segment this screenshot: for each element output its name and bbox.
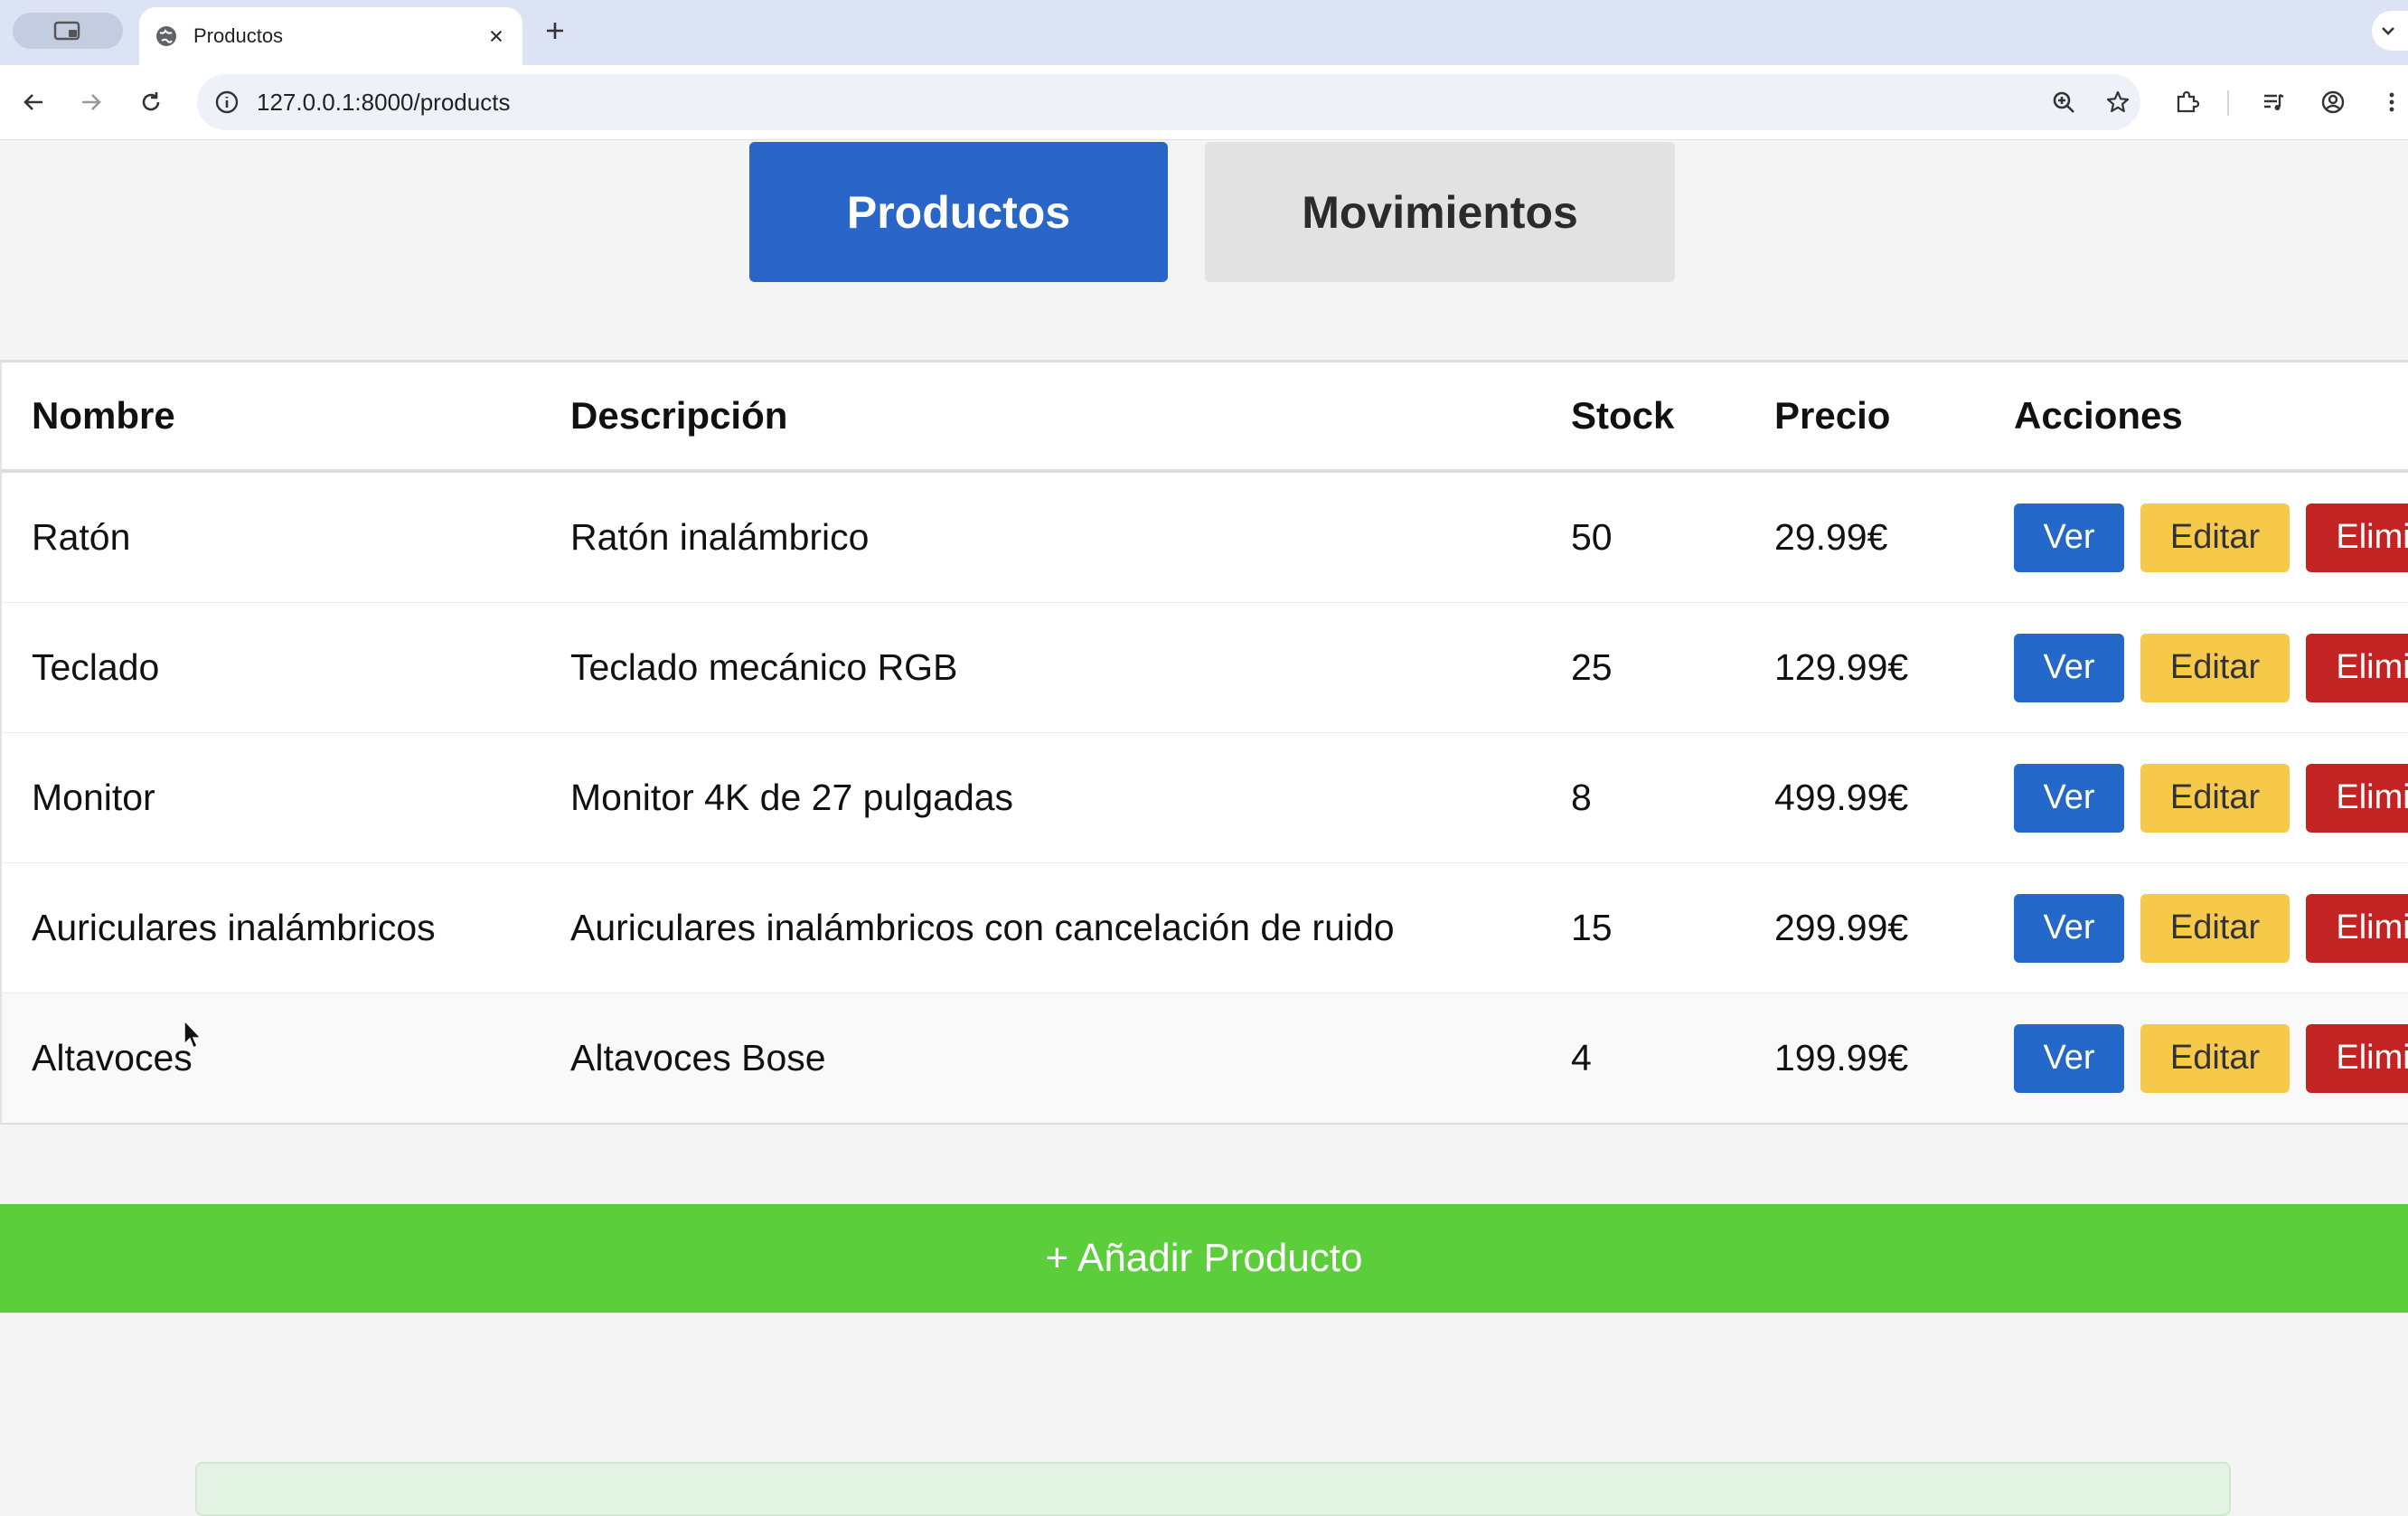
puzzle-icon[interactable] — [2168, 83, 2206, 121]
cell-stock: 15 — [1541, 862, 1745, 993]
edit-button[interactable]: Editar — [2140, 893, 2290, 963]
browser-tabstrip: Productos — [0, 0, 2408, 65]
header-acciones: Acciones — [1984, 363, 2408, 473]
view-button[interactable]: Ver — [2014, 1023, 2124, 1093]
header-descripcion: Descripción — [541, 363, 1541, 473]
chevron-down-icon — [2382, 27, 2394, 35]
cell-acciones: VerEditarEliminar — [1984, 602, 2408, 733]
cell-stock: 50 — [1541, 471, 1745, 603]
delete-button[interactable]: Eliminar — [2306, 503, 2408, 572]
cell-acciones: VerEditarEliminar — [1984, 993, 2408, 1123]
delete-button[interactable]: Eliminar — [2306, 763, 2408, 833]
close-icon[interactable] — [483, 23, 510, 50]
arrow-left-icon — [24, 94, 42, 110]
cell-precio: 299.99€ — [1745, 862, 1984, 993]
cell-descripcion: Altavoces Bose — [541, 993, 1541, 1123]
view-button[interactable]: Ver — [2014, 633, 2124, 702]
view-button[interactable]: Ver — [2014, 763, 2124, 833]
info-icon[interactable] — [210, 85, 244, 119]
tab-movimientos[interactable]: Movimientos — [1205, 142, 1675, 282]
cell-nombre: Auriculares inalámbricos — [2, 862, 541, 993]
media-control-icon[interactable] — [2254, 83, 2292, 121]
arrow-right-icon — [82, 94, 101, 110]
browser-tab-active[interactable]: Productos — [139, 7, 522, 65]
cell-nombre: Monitor — [2, 732, 541, 863]
add-product-button[interactable]: + Añadir Producto — [0, 1204, 2408, 1313]
cell-descripcion: Ratón inalámbrico — [541, 471, 1541, 603]
edit-button[interactable]: Editar — [2140, 503, 2290, 572]
delete-button[interactable]: Eliminar — [2306, 1023, 2408, 1093]
table-row: Ratón Ratón inalámbrico 50 29.99€ Ver Edi… — [2, 471, 2408, 603]
cell-precio: 199.99€ — [1745, 993, 1984, 1123]
cell-precio: 129.99€ — [1745, 602, 1984, 733]
table-row: Altavoces Altavoces Bose 4 199.99€ Ver Ed… — [2, 993, 2408, 1123]
globe-icon — [154, 24, 179, 49]
cell-descripcion: Teclado mecánico RGB — [541, 602, 1541, 733]
edit-button[interactable]: Editar — [2140, 1023, 2290, 1093]
table-row: Monitor Monitor 4K de 27 pulgadas 8 499.… — [2, 732, 2408, 863]
products-table: Nombre Descripción Stock Precio Acciones… — [0, 360, 2408, 1125]
cell-precio: 499.99€ — [1745, 732, 1984, 863]
cell-nombre: Teclado — [2, 602, 541, 733]
table-row: Teclado Teclado mecánico RGB 25 129.99€ … — [2, 602, 2408, 733]
cell-descripcion: Auriculares inalámbricos con cancelación… — [541, 862, 1541, 993]
header-stock: Stock — [1541, 363, 1745, 473]
table-header-row: Nombre Descripción Stock Precio Acciones — [2, 363, 2408, 473]
cell-acciones: VerEditarEliminar — [1984, 732, 2408, 863]
url-text[interactable]: 127.0.0.1:8000/products — [257, 74, 510, 130]
cell-acciones: VerEditarEliminar — [1984, 471, 2408, 603]
cell-acciones: VerEditarEliminar — [1984, 862, 2408, 993]
page-content: Productos Movimientos Nombre Descripción… — [0, 140, 2408, 1516]
header-precio: Precio — [1745, 363, 1984, 473]
edit-button[interactable]: Editar — [2140, 763, 2290, 833]
view-button[interactable]: Ver — [2014, 893, 2124, 963]
table-row: Auriculares inalámbricos Auriculares ina… — [2, 862, 2408, 993]
star-icon[interactable] — [2101, 85, 2135, 119]
zoom-icon[interactable] — [2046, 85, 2081, 119]
message-box — [195, 1462, 2231, 1516]
header-nombre: Nombre — [2, 363, 541, 473]
cell-stock: 8 — [1541, 732, 1745, 863]
new-tab-button[interactable] — [537, 13, 573, 49]
toolbar-separator — [2227, 90, 2229, 116]
forward-button[interactable] — [72, 83, 110, 121]
profile-icon[interactable] — [2314, 83, 2352, 121]
cell-descripcion: Monitor 4K de 27 pulgadas — [541, 732, 1541, 863]
tab-productos[interactable]: Productos — [749, 142, 1168, 282]
plus-icon — [547, 23, 563, 39]
kebab-menu-icon[interactable] — [2375, 83, 2408, 121]
view-button[interactable]: Ver — [2014, 503, 2124, 572]
cell-precio: 29.99€ — [1745, 471, 1984, 603]
mouse-cursor-icon — [183, 1019, 202, 1050]
cell-nombre: Altavoces — [2, 993, 541, 1123]
edit-button[interactable]: Editar — [2140, 633, 2290, 702]
cell-nombre: Ratón — [2, 471, 541, 603]
address-bar[interactable]: 127.0.0.1:8000/products — [197, 74, 2140, 130]
cell-stock: 4 — [1541, 993, 1745, 1123]
tab-switcher-icon — [53, 21, 80, 41]
reload-icon — [142, 92, 160, 111]
reload-button[interactable] — [132, 83, 170, 121]
delete-button[interactable]: Eliminar — [2306, 633, 2408, 702]
cell-stock: 25 — [1541, 602, 1745, 733]
tab-title: Productos — [193, 24, 284, 47]
delete-button[interactable]: Eliminar — [2306, 893, 2408, 963]
tab-search-button[interactable] — [2372, 11, 2408, 51]
tab-switcher-button[interactable] — [13, 13, 123, 49]
browser-toolbar: 127.0.0.1:8000/products — [0, 65, 2408, 140]
back-button[interactable] — [14, 83, 52, 121]
